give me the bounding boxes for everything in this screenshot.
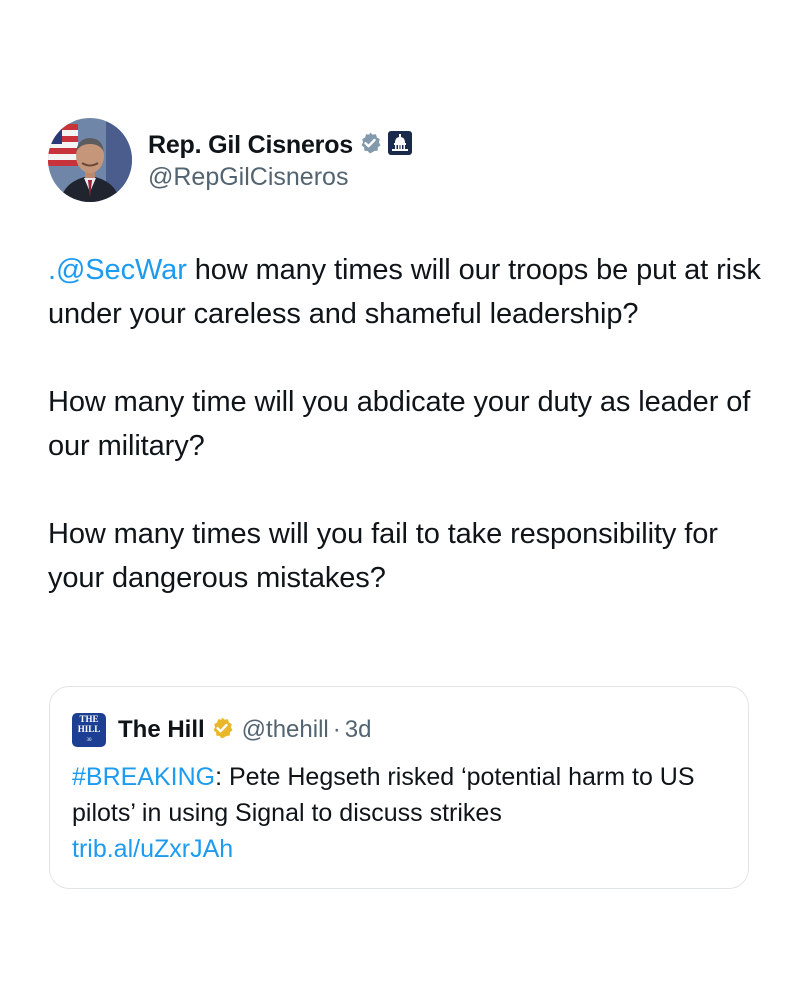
quoted-timestamp[interactable]: 3d [345,716,372,744]
author-name-row: Rep. Gil Cisneros [148,128,413,162]
tweet-paragraph-2: How many time will you abdicate your dut… [48,386,751,462]
separator-dot: · [332,716,341,743]
author-handle[interactable]: @RepGilCisneros [148,162,413,192]
hashtag-link[interactable]: #BREAKING [72,763,215,791]
the-hill-logo-icon[interactable]: THE HILL 30 [72,713,106,747]
logo-line-3: 30 [86,738,92,743]
quoted-display-name[interactable]: The Hill [118,716,205,744]
verified-badge-icon[interactable] [358,131,382,160]
article-link[interactable]: trib.al/uZxrJAh [72,835,233,863]
logo-line-2: HILL [77,724,101,734]
government-capitol-icon[interactable] [387,130,413,161]
tweet-paragraph-1: .@SecWar how many times will our troops … [48,248,768,336]
author-names: Rep. Gil Cisneros @RepGilCisneros [148,128,413,192]
tweet-paragraph-3: How many times will you fail to take res… [48,518,718,594]
quoted-tweet-card[interactable]: THE HILL 30 The Hill @thehill · 3d #BREA… [49,686,749,889]
quoted-tweet-header: THE HILL 30 The Hill @thehill · 3d [72,713,371,747]
author-display-name[interactable]: Rep. Gil Cisneros [148,131,353,160]
tweet-text: .@SecWar how many times will our troops … [48,248,768,644]
author-avatar[interactable] [48,118,132,202]
tweet-header: Rep. Gil Cisneros @RepGilCisneros [48,118,413,202]
quoted-tweet-text: #BREAKING: Pete Hegseth risked ‘potentia… [72,759,732,867]
logo-line-1: THE [79,714,99,724]
quoted-handle[interactable]: @thehill [242,716,329,744]
avatar-photo-icon [48,118,132,202]
gold-verified-badge-icon[interactable] [210,716,234,745]
mention-link[interactable]: .@SecWar [48,254,187,286]
